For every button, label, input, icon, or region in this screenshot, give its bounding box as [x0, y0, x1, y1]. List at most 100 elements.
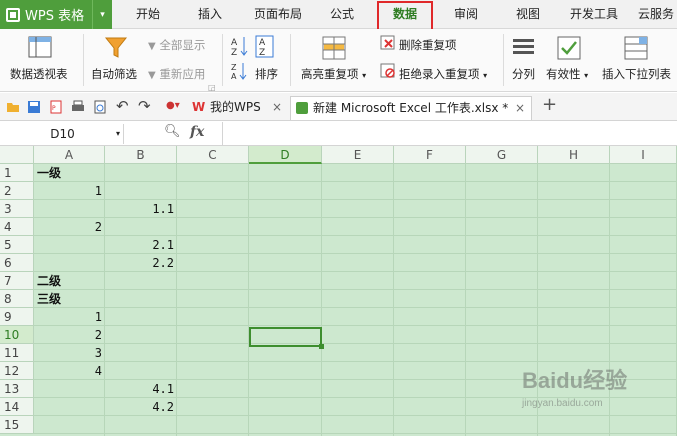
pivot-table-icon [28, 36, 52, 58]
remove-duplicates-button[interactable]: 删除重复项 [399, 37, 457, 53]
redo-icon[interactable]: ↷ [138, 97, 151, 115]
row-header-4[interactable]: 4 [0, 218, 34, 236]
validity-button[interactable]: 有效性 ▾ [546, 66, 588, 82]
wps-app-button[interactable]: WPS 表格 ▾ [0, 0, 112, 29]
row-header-5[interactable]: 5 [0, 236, 34, 254]
select-all-corner[interactable] [0, 146, 34, 164]
autofilter-icon [104, 37, 128, 58]
column-header-i[interactable]: I [610, 146, 677, 164]
export-pdf-icon[interactable]: P [49, 100, 63, 114]
reapply-button[interactable]: ▼ 重新应用 [148, 66, 205, 82]
split-columns-button[interactable]: 分列 [512, 66, 535, 82]
cell-a10[interactable]: 2 [34, 326, 102, 344]
svg-text:A: A [231, 72, 237, 80]
cell-b3[interactable]: 1.1 [105, 200, 174, 218]
row-header-10[interactable]: 10 [0, 326, 34, 344]
row-header-8[interactable]: 8 [0, 290, 34, 308]
tab-excel-file[interactable]: 新建 Microsoft Excel 工作表.xlsx * × [290, 96, 532, 120]
cell-a9[interactable]: 1 [34, 308, 102, 326]
tab-developer[interactable]: 开发工具 [565, 0, 623, 29]
save-icon[interactable] [27, 100, 41, 114]
name-box-value: D10 [50, 127, 75, 141]
svg-text:Z: Z [231, 48, 237, 57]
cell-a8[interactable]: 三级 [37, 290, 61, 308]
formula-bar: D10 ▾ 🔍︎ fx [0, 122, 677, 146]
highlight-duplicates-button[interactable]: 高亮重复项 ▾ [301, 66, 366, 82]
wps-logo-icon [6, 7, 20, 22]
gridline-vertical [465, 164, 466, 436]
formula-input[interactable] [222, 122, 677, 146]
undo-icon[interactable]: ↶ [116, 97, 129, 115]
row-header-14[interactable]: 14 [0, 398, 34, 416]
app-menu-caret-icon[interactable]: ▾ [92, 0, 112, 29]
wps-w-icon: W [192, 100, 206, 114]
cell-a7[interactable]: 二级 [37, 272, 61, 290]
cell-a11[interactable]: 3 [34, 344, 102, 362]
insert-dropdown-button[interactable]: 插入下拉列表 [602, 66, 671, 82]
row-header-13[interactable]: 13 [0, 380, 34, 398]
zoom-search-icon[interactable]: 🔍︎ [164, 124, 181, 139]
row-header-1[interactable]: 1 [0, 164, 34, 182]
tab-cloud[interactable]: 云服务 [638, 0, 677, 29]
cell-a1[interactable]: 一级 [37, 164, 61, 182]
column-header-c[interactable]: C [177, 146, 249, 164]
gridline-vertical [248, 164, 249, 436]
cell-b13[interactable]: 4.1 [105, 380, 174, 398]
print-icon[interactable] [71, 100, 85, 114]
tab-formula[interactable]: 公式 [322, 0, 362, 29]
active-tab-highlight [377, 1, 433, 31]
row-header-2[interactable]: 2 [0, 182, 34, 200]
cell-a4[interactable]: 2 [34, 218, 102, 236]
cell-a2[interactable]: 1 [34, 182, 102, 200]
tab-insert[interactable]: 插入 [190, 0, 230, 29]
name-box[interactable]: D10 ▾ [2, 124, 124, 144]
gridline-vertical [321, 164, 322, 436]
row-header-3[interactable]: 3 [0, 200, 34, 218]
column-header-h[interactable]: H [538, 146, 610, 164]
close-icon[interactable]: × [515, 97, 525, 119]
row-header-9[interactable]: 9 [0, 308, 34, 326]
new-tab-plus-icon[interactable]: + [542, 94, 557, 115]
cell-b6[interactable]: 2.2 [105, 254, 174, 272]
column-header-b[interactable]: B [105, 146, 177, 164]
tab-view[interactable]: 视图 [508, 0, 548, 29]
column-header-g[interactable]: G [466, 146, 538, 164]
tab-my-wps-label: 我的WPS [210, 100, 261, 114]
column-header-f[interactable]: F [394, 146, 466, 164]
autofilter-button[interactable]: 自动筛选 [91, 66, 137, 82]
cell-b14[interactable]: 4.2 [105, 398, 174, 416]
tab-review[interactable]: 审阅 [446, 0, 486, 29]
tab-page-layout[interactable]: 页面布局 [249, 0, 307, 29]
cell-b5[interactable]: 2.1 [105, 236, 174, 254]
reject-duplicates-button[interactable]: 拒绝录入重复项 ▾ [399, 66, 487, 82]
remove-duplicates-icon [380, 35, 395, 50]
row-header-11[interactable]: 11 [0, 344, 34, 362]
fx-icon[interactable]: fx [190, 124, 204, 140]
customize-toolbar-icon[interactable]: ●▾ [166, 100, 180, 111]
open-folder-icon[interactable] [6, 100, 20, 114]
cell-a12[interactable]: 4 [34, 362, 102, 380]
row-header-15[interactable]: 15 [0, 416, 34, 434]
chevron-down-icon[interactable]: ▾ [116, 124, 120, 144]
print-preview-icon[interactable] [93, 100, 107, 114]
column-header-a[interactable]: A [34, 146, 105, 164]
svg-text:A: A [231, 38, 238, 48]
dialog-launcher-icon[interactable]: ◲ [208, 83, 216, 92]
tab-home[interactable]: 开始 [128, 0, 168, 29]
row-header-12[interactable]: 12 [0, 362, 34, 380]
spreadsheet-file-icon [296, 102, 308, 114]
row-header-6[interactable]: 6 [0, 254, 34, 272]
row-header-7[interactable]: 7 [0, 272, 34, 290]
pivot-table-button[interactable]: 数据透视表 [10, 66, 68, 82]
sort-button[interactable]: 排序 [255, 66, 278, 82]
tab-my-wps[interactable]: W 我的WPS × [188, 96, 288, 120]
column-header-d[interactable]: D [249, 146, 322, 164]
split-columns-icon [513, 39, 534, 54]
column-header-e[interactable]: E [322, 146, 394, 164]
tab-excel-file-label: 新建 Microsoft Excel 工作表.xlsx * [313, 101, 509, 115]
show-all-button[interactable]: ▼ 全部显示 [148, 37, 205, 53]
baidu-watermark: Baidu经验 jingyan.baidu.com [521, 368, 627, 409]
sort-desc-icon[interactable]: AZ [255, 35, 275, 59]
close-icon[interactable]: × [272, 96, 282, 118]
sort-asc-icon[interactable]: AZ [230, 35, 250, 57]
